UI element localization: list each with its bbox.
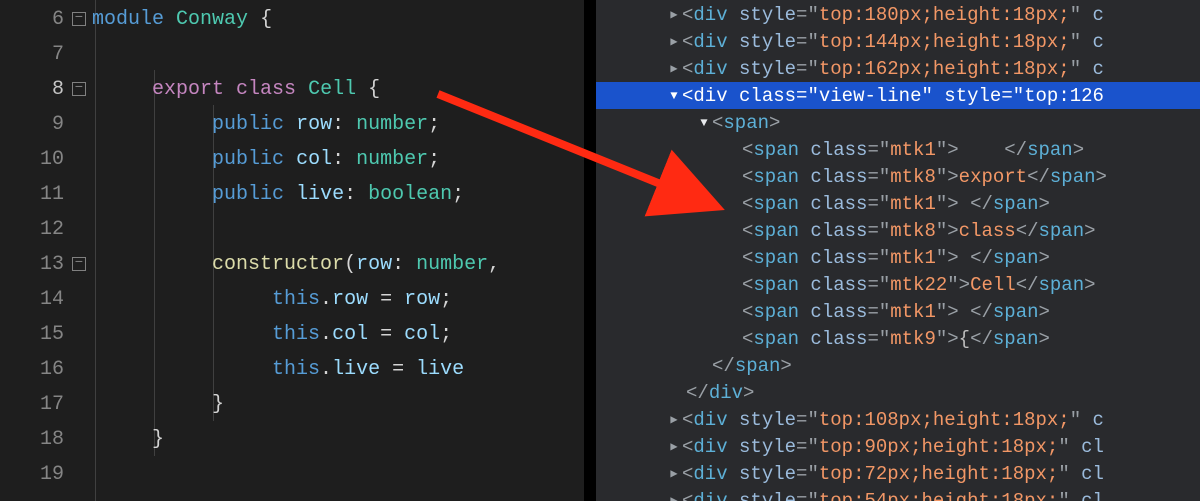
dom-node-selected[interactable]: ▼<div class="view-line" style="top:126 [596,82,1200,109]
code-line[interactable]: } [92,387,584,422]
gutter: 6− 7 8− 9 10 11 12 13− 14 15 16 17 18 19 [0,0,92,501]
disclosure-triangle-icon[interactable]: ▶ [666,7,682,22]
dom-node[interactable]: <span class="mtk1"> </span> [596,244,1200,271]
gutter-line[interactable]: 7 [0,37,92,72]
dom-node[interactable]: <span class="mtk22">Cell</span> [596,271,1200,298]
code-editor-pane: 6− 7 8− 9 10 11 12 13− 14 15 16 17 18 19… [0,0,584,501]
disclosure-triangle-icon[interactable]: ▶ [666,34,682,49]
line-number: 15 [40,323,64,346]
gutter-line[interactable]: 18 [0,422,92,457]
line-number: 10 [40,148,64,171]
code-line[interactable]: this.col = col; [92,317,584,352]
disclosure-triangle-open-icon[interactable]: ▼ [666,89,682,103]
fold-icon[interactable]: − [72,12,86,26]
code-line[interactable] [92,457,584,492]
code-line[interactable]: this.row = row; [92,282,584,317]
gutter-line[interactable]: 19 [0,457,92,492]
pane-divider[interactable] [584,0,596,501]
dom-node[interactable]: ▶<div style="top:180px;height:18px;" c [596,1,1200,28]
code-line-active[interactable]: export class Cell { [92,72,584,107]
gutter-line[interactable]: 17 [0,387,92,422]
dom-node-close[interactable]: </span> [596,352,1200,379]
gutter-line[interactable]: 9 [0,107,92,142]
line-number: 14 [40,288,64,311]
code-line[interactable]: public live: boolean; [92,177,584,212]
devtools-elements-pane: ▶<div style="top:180px;height:18px;" c ▶… [596,0,1200,501]
dom-node[interactable]: ▶<div style="top:162px;height:18px;" c [596,55,1200,82]
code-line[interactable]: constructor(row: number, [92,247,584,282]
dom-node[interactable]: ▶<div style="top:54px;height:18px;" cl [596,487,1200,501]
gutter-line[interactable]: 8− [0,72,92,107]
disclosure-triangle-icon[interactable]: ▶ [666,493,682,501]
code-line[interactable] [92,37,584,72]
type-name: Conway [176,8,248,31]
dom-node[interactable]: ▶<div style="top:90px;height:18px;" cl [596,433,1200,460]
fold-icon[interactable]: − [72,257,86,271]
dom-node[interactable]: <span class="mtk1"> </span> [596,136,1200,163]
disclosure-triangle-icon[interactable]: ▶ [666,61,682,76]
code-line[interactable]: this.live = live [92,352,584,387]
keyword-module: module [92,8,164,31]
dom-node[interactable]: ▼<span> [596,109,1200,136]
dom-node[interactable]: <span class="mtk8">class</span> [596,217,1200,244]
line-number: 19 [40,463,64,486]
line-number: 9 [52,113,64,136]
line-number: 16 [40,358,64,381]
dom-node[interactable]: <span class="mtk1"> </span> [596,298,1200,325]
gutter-line[interactable]: 16 [0,352,92,387]
dom-node[interactable]: <span class="mtk9">{</span> [596,325,1200,352]
dom-node[interactable]: <span class="mtk1"> </span> [596,190,1200,217]
keyword-export: export [152,78,224,101]
keyword-class: class [236,78,296,101]
line-number: 8 [52,78,64,101]
dom-node[interactable]: ▶<div style="top:144px;height:18px;" c [596,28,1200,55]
gutter-line[interactable]: 11 [0,177,92,212]
dom-node[interactable]: ▶<div style="top:108px;height:18px;" c [596,406,1200,433]
class-name: Cell [308,78,356,101]
dom-node-close[interactable]: </div> [596,379,1200,406]
fold-icon[interactable]: − [72,82,86,96]
gutter-line[interactable]: 13− [0,247,92,282]
gutter-line[interactable]: 14 [0,282,92,317]
line-number: 6 [52,8,64,31]
line-number: 18 [40,428,64,451]
line-number: 17 [40,393,64,416]
gutter-line[interactable]: 6− [0,2,92,37]
code-line[interactable]: public row: number; [92,107,584,142]
disclosure-triangle-icon[interactable]: ▶ [666,439,682,454]
gutter-line[interactable]: 12 [0,212,92,247]
line-number: 11 [40,183,64,206]
gutter-line[interactable]: 15 [0,317,92,352]
dom-node[interactable]: ▶<div style="top:72px;height:18px;" cl [596,460,1200,487]
disclosure-triangle-icon[interactable]: ▶ [666,466,682,481]
disclosure-triangle-icon[interactable]: ▶ [666,412,682,427]
code-line[interactable] [92,212,584,247]
line-number: 7 [52,43,64,66]
line-number: 13 [40,253,64,276]
gutter-line[interactable]: 10 [0,142,92,177]
code-line[interactable]: module Conway { [92,2,584,37]
dom-node[interactable]: <span class="mtk8">export</span> [596,163,1200,190]
line-number: 12 [40,218,64,241]
code-line[interactable]: } [92,422,584,457]
code-area[interactable]: module Conway { export class Cell { publ… [92,0,584,501]
code-line[interactable]: public col: number; [92,142,584,177]
disclosure-triangle-open-icon[interactable]: ▼ [696,116,712,130]
